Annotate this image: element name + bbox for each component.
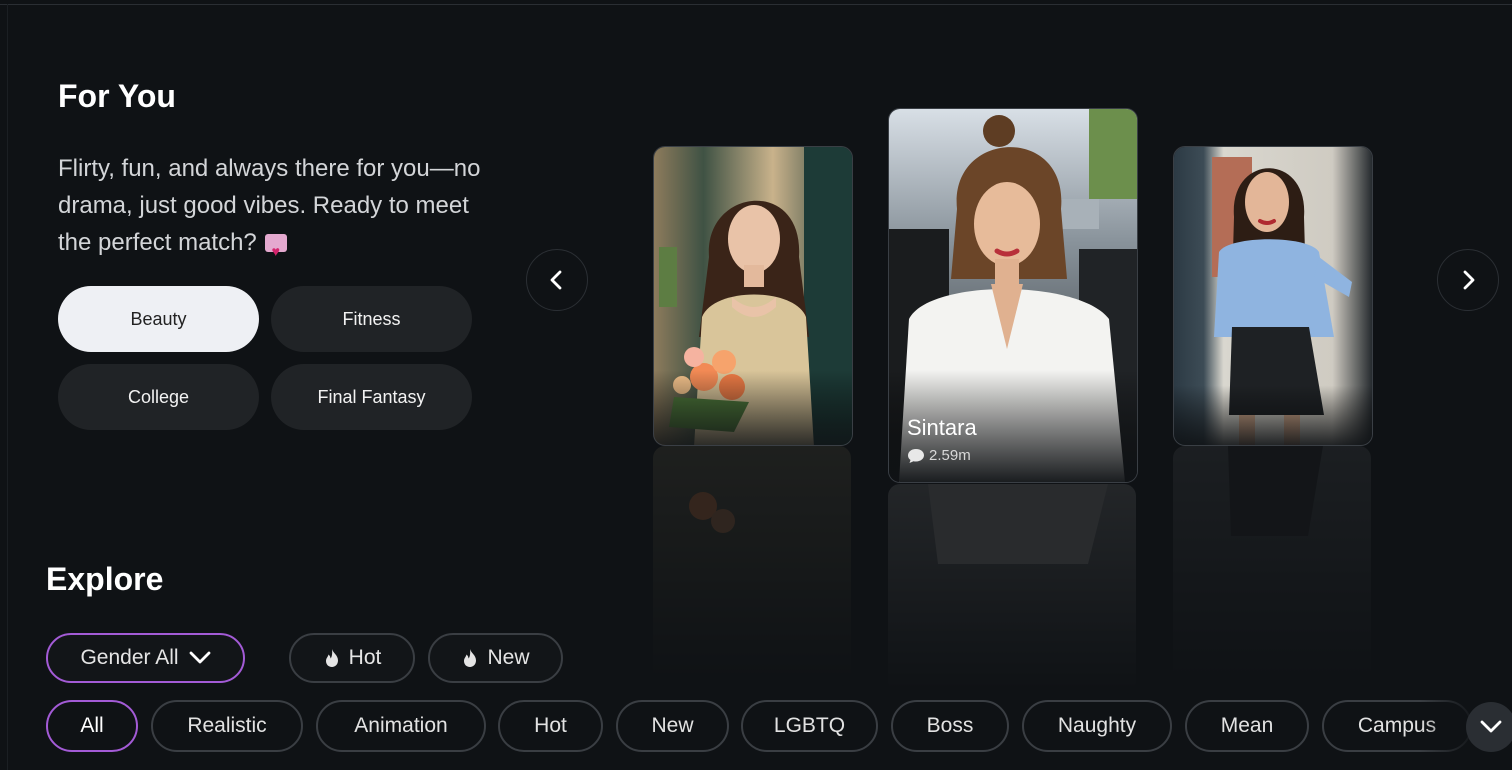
tag-naughty[interactable]: Naughty xyxy=(1022,700,1172,752)
carousel-next-button[interactable] xyxy=(1437,249,1499,311)
category-college-button[interactable]: College xyxy=(58,364,259,430)
character-name: Sintara xyxy=(907,415,977,440)
tags-expand-button[interactable] xyxy=(1466,702,1512,752)
character-card-right[interactable] xyxy=(1173,146,1373,446)
character-card-left-reflection xyxy=(653,446,851,686)
chevron-left-icon xyxy=(550,270,562,290)
chevron-right-icon xyxy=(1463,270,1475,290)
chevron-down-icon xyxy=(189,651,210,664)
tag-boss[interactable]: Boss xyxy=(891,700,1009,752)
sort-new-label: New xyxy=(487,646,530,669)
for-you-title: For You xyxy=(58,78,176,114)
character-card-right-reflection xyxy=(1173,446,1371,686)
tag-mean[interactable]: Mean xyxy=(1185,700,1309,752)
gender-filter-dropdown[interactable]: Gender All xyxy=(46,633,245,683)
chevron-down-icon xyxy=(1480,720,1502,733)
character-portrait-image xyxy=(654,147,852,445)
sort-hot-label: Hot xyxy=(348,646,382,669)
chat-bubble-icon xyxy=(908,448,924,463)
tag-new[interactable]: New xyxy=(616,700,729,752)
tag-all[interactable]: All xyxy=(46,700,138,752)
tag-lgbtq[interactable]: LGBTQ xyxy=(741,700,878,752)
category-final-fantasy-button[interactable]: Final Fantasy xyxy=(271,364,472,430)
character-card-featured[interactable]: Sintara 2.59m xyxy=(888,108,1138,483)
chat-count: 2.59m xyxy=(907,447,971,464)
character-portrait-image xyxy=(1174,147,1372,445)
sort-new-button[interactable]: New xyxy=(428,633,563,683)
chat-count-value: 2.59m xyxy=(929,447,971,464)
top-divider xyxy=(0,4,1512,5)
flame-icon xyxy=(464,649,477,667)
category-beauty-button[interactable]: Beauty xyxy=(58,286,259,352)
for-you-description: Flirty, fun, and always there for you—no… xyxy=(58,150,488,270)
sort-hot-button[interactable]: Hot xyxy=(289,633,415,683)
flame-icon xyxy=(325,649,338,667)
character-card-left[interactable] xyxy=(653,146,853,446)
carousel-prev-button[interactable] xyxy=(526,249,588,311)
tag-hot[interactable]: Hot xyxy=(498,700,603,752)
tag-animation[interactable]: Animation xyxy=(316,700,486,752)
tag-realistic[interactable]: Realistic xyxy=(151,700,303,752)
category-fitness-button[interactable]: Fitness xyxy=(271,286,472,352)
gender-filter-label: Gender All xyxy=(80,646,179,669)
left-divider xyxy=(7,4,8,770)
love-letter-icon xyxy=(264,233,287,270)
explore-title: Explore xyxy=(46,561,164,597)
character-card-featured-reflection xyxy=(888,484,1136,694)
